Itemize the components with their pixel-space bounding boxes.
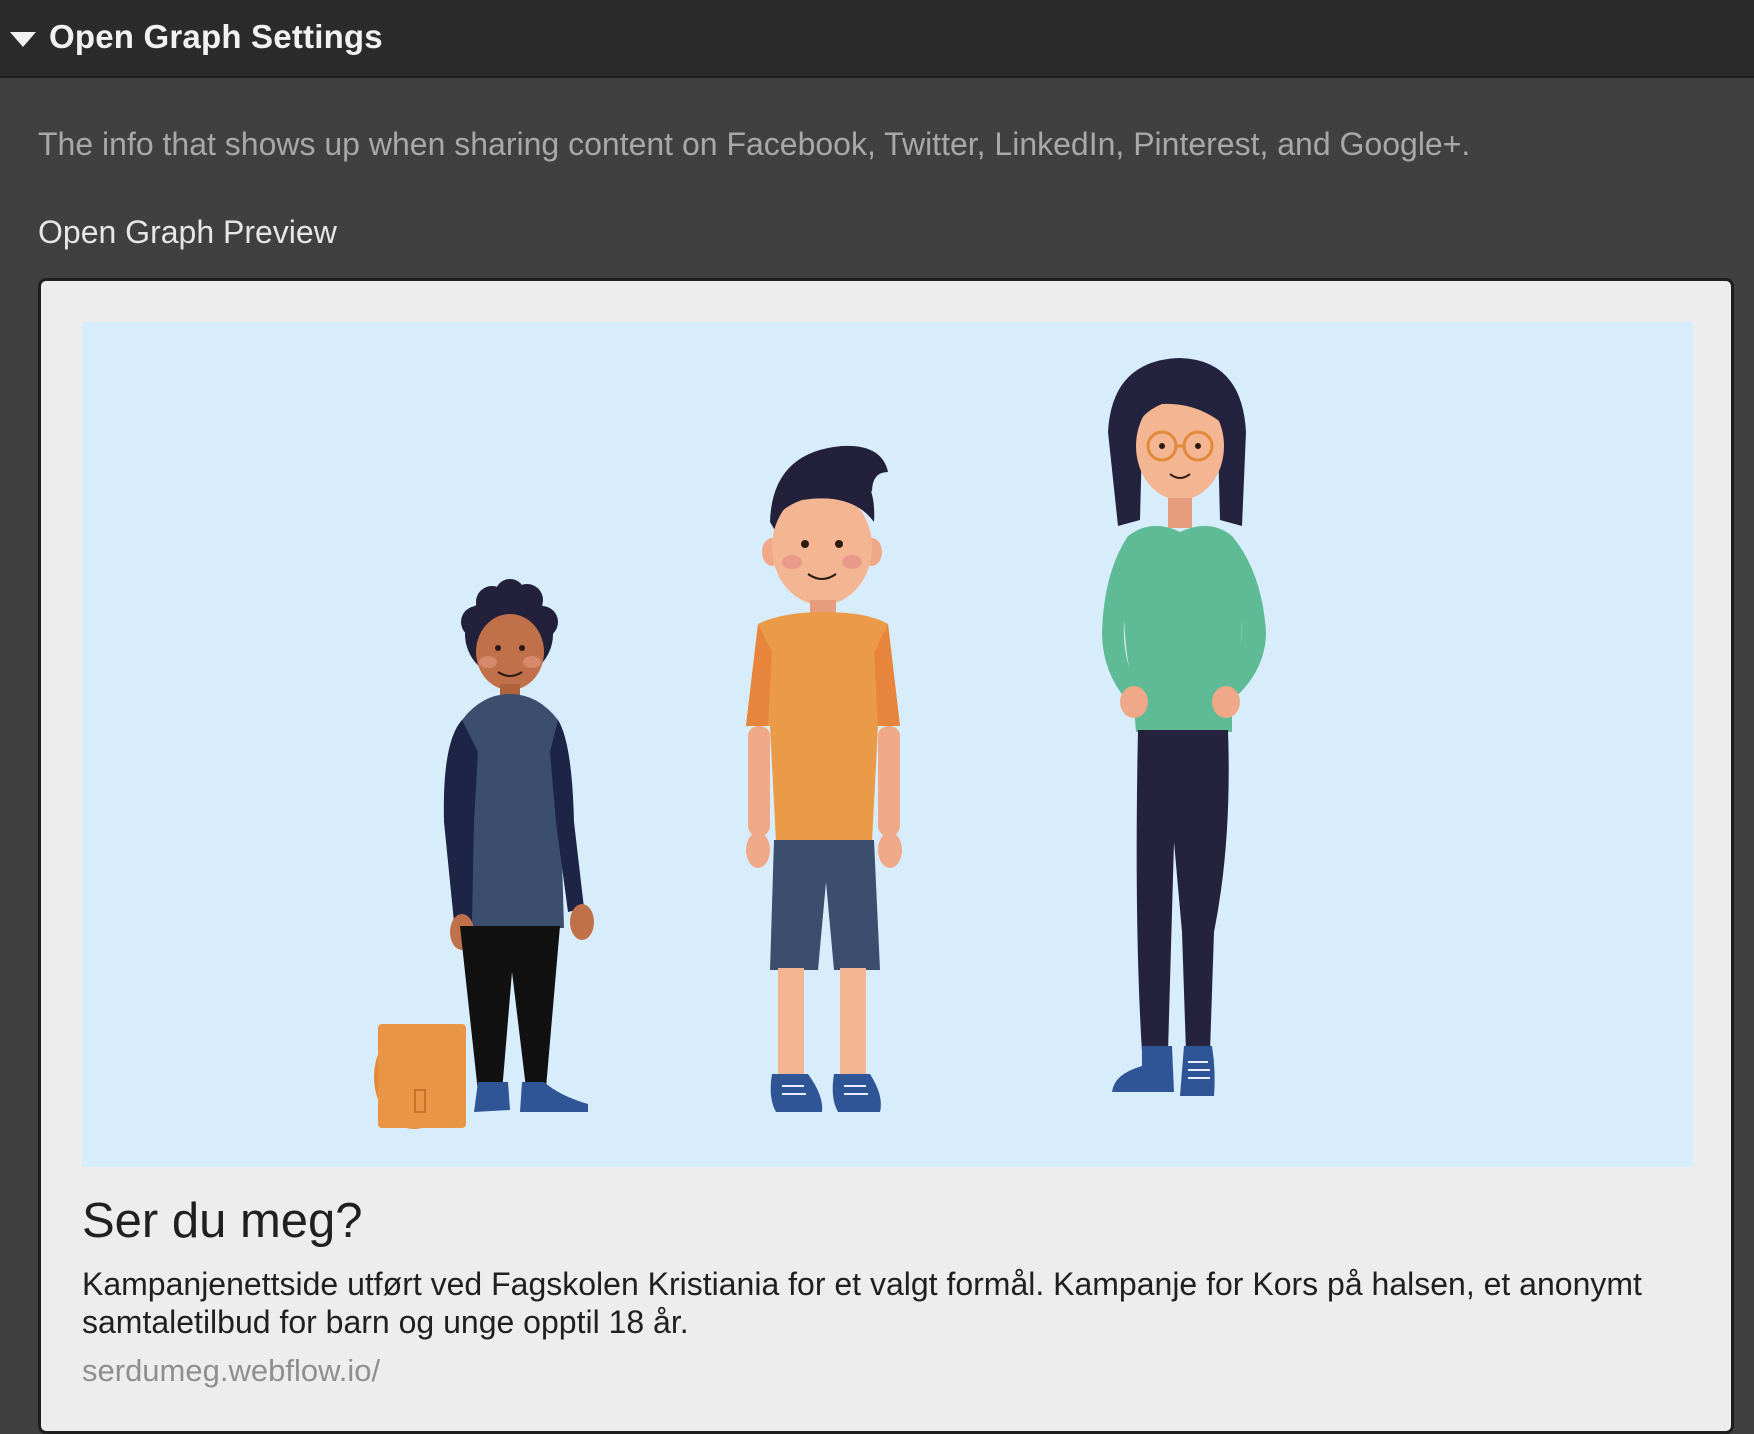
boy-figure — [746, 445, 902, 1112]
preview-description: Kampanjenettside utført ved Fagskolen Kr… — [82, 1266, 1642, 1340]
caret-down-icon[interactable] — [10, 32, 36, 47]
preview-label: Open Graph Preview — [38, 214, 337, 250]
section-header-open-graph[interactable]: Open Graph Settings — [0, 0, 1754, 78]
open-graph-preview-card: Ser du meg? Kampanjenettside utført ved … — [38, 278, 1734, 1434]
illustration-three-people — [374, 358, 1266, 1129]
woman-figure — [1102, 358, 1266, 1096]
section-title: Open Graph Settings — [49, 18, 383, 55]
child-figure — [374, 579, 594, 1129]
preview-image — [82, 322, 1693, 1167]
section-description: The info that shows up when sharing cont… — [38, 126, 1471, 162]
preview-url[interactable]: serdumeg.webflow.io/ — [82, 1353, 380, 1389]
preview-title: Ser du meg? — [82, 1194, 363, 1248]
